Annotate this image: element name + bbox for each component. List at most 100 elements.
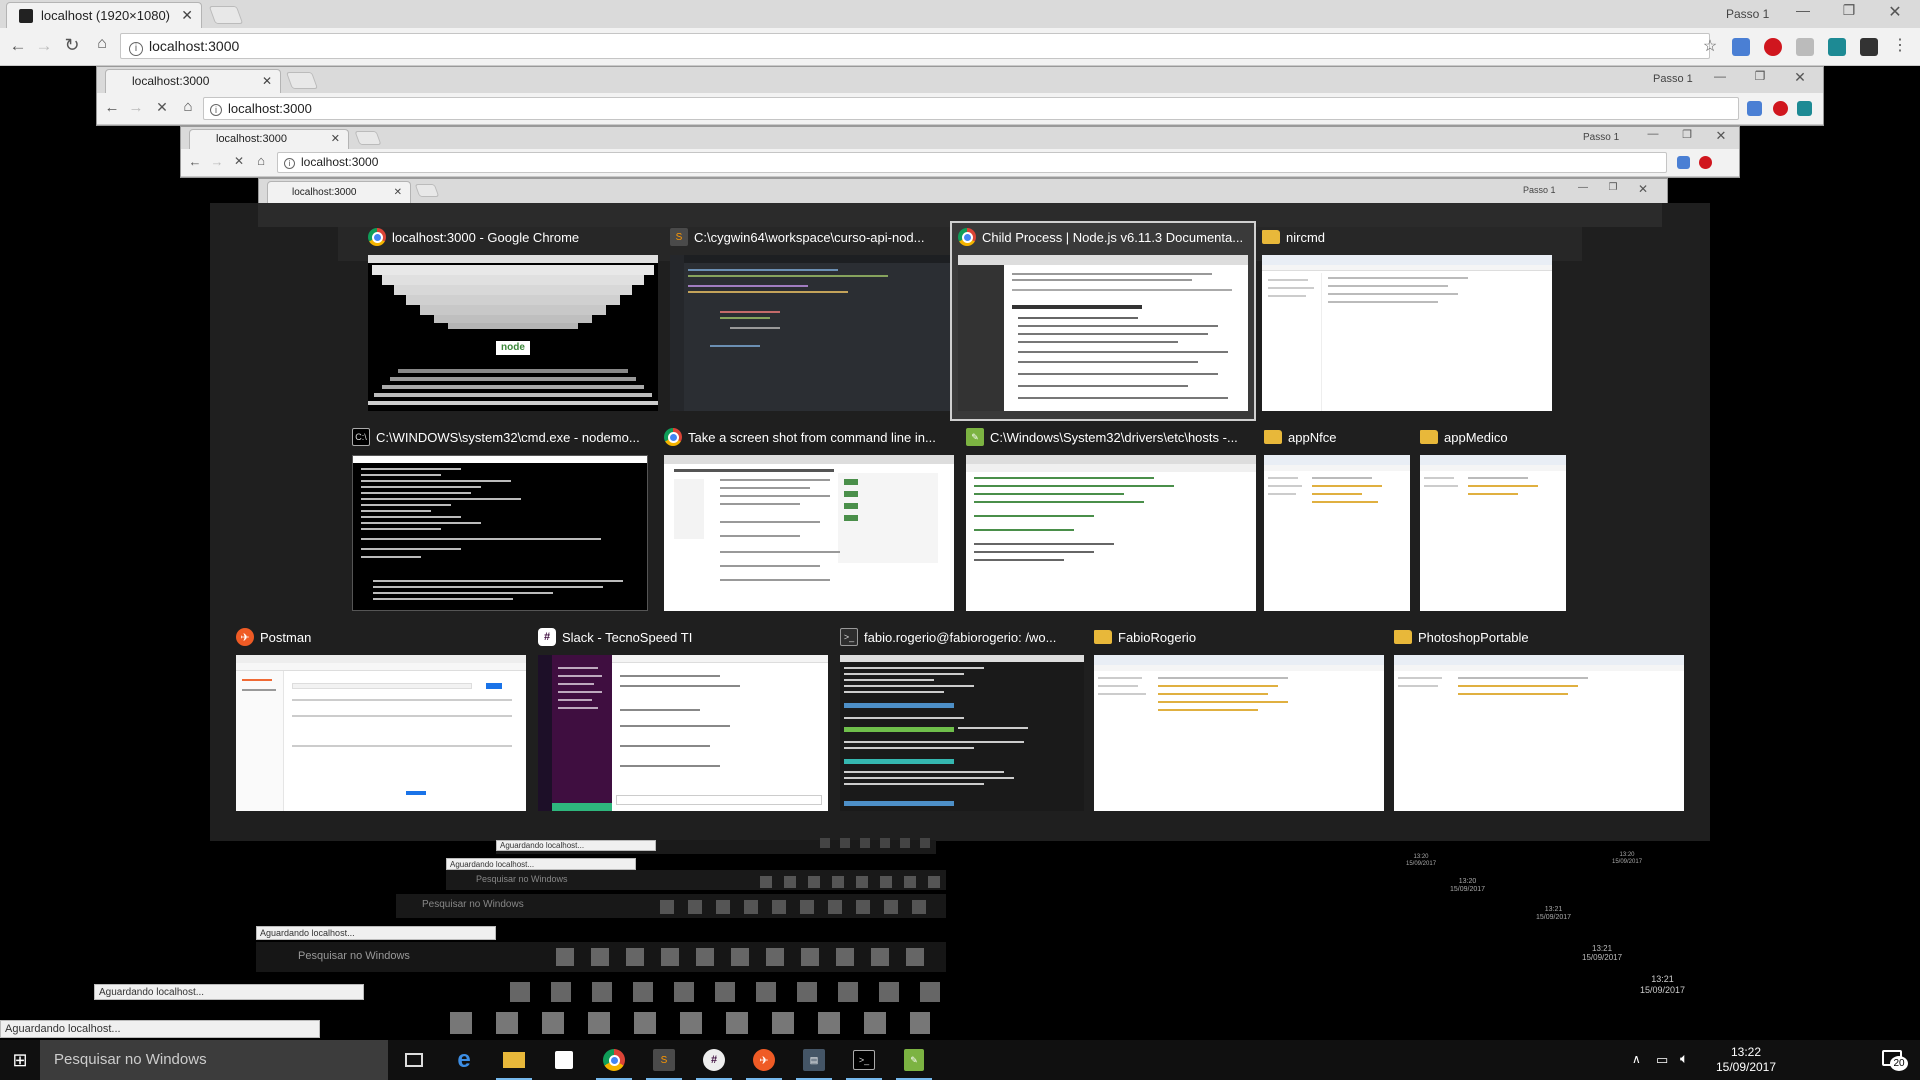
volume-icon[interactable]: 🔈︎	[1680, 1051, 1688, 1066]
extension-icon[interactable]	[1828, 38, 1846, 56]
cmd-icon[interactable]: >_	[842, 1040, 886, 1080]
minimize-button[interactable]: —	[1573, 182, 1593, 193]
switcher-item-slack[interactable]: # Slack - TecnoSpeed TI	[538, 627, 828, 819]
switcher-item-folder-appnfce[interactable]: appNfce	[1264, 427, 1410, 619]
minimize-button[interactable]: —	[1788, 2, 1818, 18]
stop-icon[interactable]: ✕	[231, 154, 247, 168]
switcher-item-folder-appmedico[interactable]: appMedico	[1420, 427, 1566, 619]
extension-icon[interactable]	[1796, 38, 1814, 56]
profile-label[interactable]: Passo 1	[1583, 132, 1619, 143]
switcher-item-postman[interactable]: ✈ Postman	[236, 627, 526, 819]
close-tab-icon[interactable]: ✕	[331, 130, 340, 149]
info-icon[interactable]: i	[210, 104, 222, 116]
info-icon[interactable]: i	[284, 158, 295, 169]
store-icon[interactable]	[542, 1040, 586, 1080]
back-icon[interactable]: ←	[8, 36, 28, 56]
close-tab-icon[interactable]: ✕	[181, 3, 193, 28]
folder-icon	[1094, 630, 1112, 644]
forward-icon[interactable]: →	[209, 154, 225, 169]
stop-icon[interactable]: ✕	[153, 99, 171, 116]
switcher-item-folder-fabiorogerio[interactable]: FabioRogerio	[1094, 627, 1384, 819]
translate-extension-icon[interactable]	[1677, 156, 1690, 169]
opera-extension-icon[interactable]	[1764, 38, 1782, 56]
switcher-item-chrome[interactable]: localhost:3000 - Google Chrome node	[368, 227, 658, 419]
forward-icon[interactable]: →	[127, 99, 145, 116]
menu-icon[interactable]: ⋮	[1890, 35, 1910, 55]
postman-icon[interactable]: ✈	[742, 1040, 786, 1080]
forward-icon[interactable]: →	[34, 36, 54, 56]
tab-localhost[interactable]: localhost (1920×1080) ✕	[6, 2, 202, 28]
profile-label[interactable]: Passo 1	[1523, 185, 1556, 195]
minimize-button[interactable]: —	[1707, 69, 1733, 83]
home-icon[interactable]: ⌂	[253, 153, 269, 168]
back-icon[interactable]: ←	[187, 154, 203, 169]
notepad-icon[interactable]: ▤	[792, 1040, 836, 1080]
pocket-extension-icon[interactable]	[1860, 38, 1878, 56]
switcher-item-folder-nircmd[interactable]: nircmd	[1262, 227, 1552, 419]
close-tab-icon[interactable]: ✕	[394, 182, 402, 204]
new-tab-button[interactable]	[285, 72, 319, 89]
switcher-item-sublime[interactable]: S C:\cygwin64\workspace\curso-api-nod...	[670, 227, 952, 419]
extension-icon[interactable]	[1797, 101, 1812, 116]
opera-extension-icon[interactable]	[1699, 156, 1712, 169]
url-text: localhost:3000	[149, 38, 240, 54]
window-title: appNfce	[1288, 429, 1337, 445]
new-tab-button[interactable]	[354, 131, 382, 145]
home-icon[interactable]: ⌂	[179, 98, 197, 115]
opera-extension-icon[interactable]	[1773, 101, 1788, 116]
restore-button[interactable]: ❐	[1747, 69, 1773, 83]
new-tab-button[interactable]	[414, 184, 440, 197]
tab-localhost[interactable]: localhost:3000 ✕	[189, 129, 349, 149]
tab-localhost[interactable]: localhost:3000 ✕	[267, 181, 411, 205]
switcher-item-chrome-node-docs[interactable]: Child Process | Node.js v6.11.3 Document…	[950, 221, 1256, 421]
echo-app-icons	[450, 1012, 930, 1034]
restore-button[interactable]: ❐	[1834, 2, 1864, 19]
address-bar[interactable]: i localhost:3000	[277, 152, 1667, 173]
bookmark-star-icon[interactable]: ☆	[1700, 36, 1720, 56]
close-window-button[interactable]: ✕	[1787, 69, 1813, 86]
close-tab-icon[interactable]: ✕	[262, 70, 272, 93]
network-icon[interactable]: ▭	[1656, 1052, 1668, 1067]
reload-icon[interactable]: ↻	[62, 35, 82, 56]
notepad-plus-icon[interactable]: ✎	[892, 1040, 936, 1080]
minimize-button[interactable]: —	[1641, 128, 1665, 140]
windows-start-icon[interactable]: ⊞	[0, 1040, 40, 1080]
back-icon[interactable]: ←	[103, 99, 121, 116]
info-icon[interactable]: i	[129, 42, 143, 56]
switcher-item-chrome-screenshot[interactable]: Take a screen shot from command line in.…	[664, 427, 954, 619]
tab-title: localhost:3000	[216, 133, 287, 145]
close-window-button[interactable]: ✕	[1880, 2, 1910, 22]
slack-icon[interactable]: #	[692, 1040, 736, 1080]
toolbar: ← → ✕ ⌂ i localhost:3000	[181, 149, 1739, 177]
address-bar[interactable]: i localhost:3000	[203, 97, 1739, 120]
sublime-icon[interactable]: S	[642, 1040, 686, 1080]
switcher-item-folder-photoshopportable[interactable]: PhotoshopPortable	[1394, 627, 1684, 819]
switcher-item-notepad-hosts[interactable]: ✎ C:\Windows\System32\drivers\etc\hosts -…	[966, 427, 1256, 619]
chevron-up-icon[interactable]: ∧	[1632, 1052, 1641, 1067]
taskbar-search[interactable]: Pesquisar no Windows	[40, 1040, 388, 1080]
home-icon[interactable]: ⌂	[92, 35, 112, 53]
chrome-icon[interactable]	[592, 1040, 636, 1080]
switcher-item-cmd[interactable]: C:\ C:\WINDOWS\system32\cmd.exe - nodemo.…	[352, 427, 648, 619]
notifications-icon[interactable]: 20	[1880, 1046, 1908, 1072]
switcher-item-terminal[interactable]: >_ fabio.rogerio@fabiorogerio: /wo...	[840, 627, 1084, 819]
profile-label[interactable]: Passo 1	[1653, 73, 1693, 85]
translate-extension-icon[interactable]	[1732, 38, 1750, 56]
translate-extension-icon[interactable]	[1747, 101, 1762, 116]
close-window-button[interactable]: ✕	[1709, 128, 1733, 144]
edge-icon[interactable]: e	[442, 1040, 486, 1080]
tab-localhost[interactable]: localhost:3000 ✕	[105, 69, 281, 93]
date: 15/09/2017	[1715, 1060, 1777, 1074]
restore-button[interactable]: ❐	[1675, 128, 1699, 141]
window-thumbnail	[958, 255, 1248, 411]
profile-label[interactable]: Passo 1	[1726, 7, 1769, 21]
address-bar[interactable]: i localhost:3000	[120, 33, 1710, 59]
clock[interactable]: 13:22 15/09/2017	[1714, 1045, 1778, 1075]
tab-title: localhost (1920×1080)	[41, 8, 171, 23]
restore-button[interactable]: ❐	[1603, 182, 1623, 193]
new-tab-button[interactable]	[208, 6, 244, 24]
tab-title: localhost:3000	[292, 187, 357, 198]
file-explorer-icon[interactable]	[492, 1040, 536, 1080]
task-view-icon[interactable]	[392, 1040, 436, 1080]
close-window-button[interactable]: ✕	[1633, 182, 1653, 196]
